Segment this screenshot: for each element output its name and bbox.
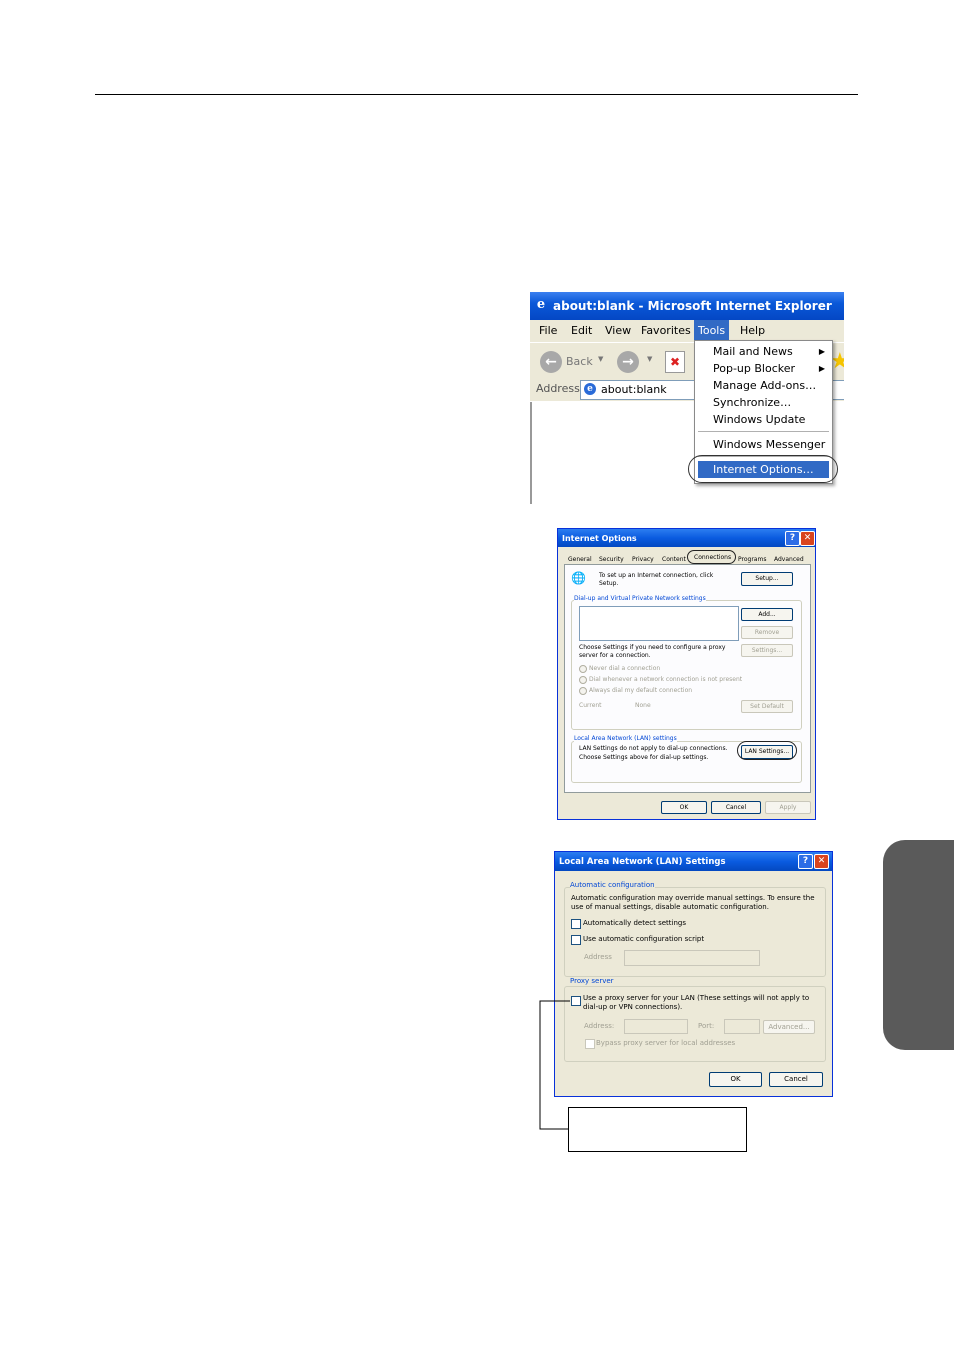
script-address-input[interactable] xyxy=(624,950,760,966)
auto-script-label: Use automatic configuration script xyxy=(583,935,705,943)
menu-favorites[interactable]: Favorites xyxy=(641,324,691,337)
globe-computer-icon: 🌐 xyxy=(571,571,586,585)
radio-always-dial[interactable] xyxy=(579,687,587,695)
settings-button[interactable]: Settings... xyxy=(741,644,793,657)
auto-text-2: use of manual settings, disable automati… xyxy=(571,903,769,911)
callout-box xyxy=(568,1107,747,1152)
forward-arrow-icon[interactable]: → xyxy=(617,351,639,373)
menu-item-windows-messenger[interactable]: Windows Messenger xyxy=(695,436,832,453)
tab-programs[interactable]: Programs xyxy=(738,556,766,563)
script-address-label: Address xyxy=(584,953,612,961)
set-default-button[interactable]: Set Default xyxy=(741,700,793,713)
radio-always-dial-label: Always dial my default connection xyxy=(589,687,693,694)
add-button[interactable]: Add... xyxy=(741,608,793,621)
use-proxy-label-1: Use a proxy server for your LAN (These s… xyxy=(583,994,810,1002)
advanced-button[interactable]: Advanced... xyxy=(763,1020,815,1034)
setup-button[interactable]: Setup... xyxy=(741,572,793,586)
menu-help[interactable]: Help xyxy=(740,324,765,337)
menu-item-mail-and-news[interactable]: Mail and News ▶ xyxy=(695,343,832,360)
dialup-group-label: Dial-up and Virtual Private Network sett… xyxy=(574,595,706,602)
radio-never-dial-label: Never dial a connection xyxy=(589,665,661,672)
use-proxy-label-2: dial-up or VPN connections). xyxy=(583,1003,683,1011)
port-input[interactable] xyxy=(724,1019,760,1034)
port-label: Port: xyxy=(698,1022,715,1030)
cancel-button[interactable]: Cancel xyxy=(711,801,761,814)
setup-text-2: Setup. xyxy=(599,580,619,587)
ok-button[interactable]: OK xyxy=(661,801,707,814)
remove-button[interactable]: Remove xyxy=(741,626,793,639)
lan-text-1: LAN Settings do not apply to dial-up con… xyxy=(579,745,728,752)
window-title: about:blank - Microsoft Internet Explore… xyxy=(553,299,832,313)
menu-item-synchronize[interactable]: Synchronize… xyxy=(695,394,832,411)
cancel-button[interactable]: Cancel xyxy=(769,1072,823,1087)
apply-button[interactable]: Apply xyxy=(765,801,811,814)
back-dropdown-icon[interactable]: ▼ xyxy=(598,355,603,363)
tab-general[interactable]: General xyxy=(568,556,592,563)
auto-config-label: Automatic configuration xyxy=(570,881,655,889)
dialog-title-bar: Local Area Network (LAN) Settings ? ✕ xyxy=(555,852,832,871)
setup-text-1: To set up an Internet connection, click xyxy=(599,572,714,579)
radio-dial-whenever[interactable] xyxy=(579,676,587,684)
proxy-address-input[interactable] xyxy=(624,1019,688,1034)
menu-tools[interactable]: Tools xyxy=(694,320,730,342)
menu-bar: File Edit View Favorites Tools Help xyxy=(530,320,844,342)
ie-page-icon: e xyxy=(584,383,596,395)
back-button-label[interactable]: Back xyxy=(566,355,593,368)
highlight-oval xyxy=(688,455,838,483)
submenu-arrow-icon: ▶ xyxy=(818,347,825,356)
current-label: Current xyxy=(579,702,602,709)
page-rule xyxy=(95,94,858,95)
address-value: about:blank xyxy=(601,383,667,396)
help-icon[interactable]: ? xyxy=(785,531,800,546)
ie-title-bar: e about:blank - Microsoft Internet Explo… xyxy=(530,292,844,320)
proxy-text-2: server for a connection. xyxy=(579,652,651,659)
menu-item-windows-update[interactable]: Windows Update xyxy=(695,411,832,428)
dialog-title: Local Area Network (LAN) Settings xyxy=(559,857,726,867)
auto-script-checkbox[interactable] xyxy=(571,935,581,945)
help-icon[interactable]: ? xyxy=(798,854,813,869)
tab-security[interactable]: Security xyxy=(599,556,624,563)
connections-list[interactable] xyxy=(579,606,739,641)
highlight-oval xyxy=(687,550,736,564)
tab-content[interactable]: Content xyxy=(662,556,686,563)
lan-text-2: Choose Settings above for dial-up settin… xyxy=(579,754,709,761)
proxy-group-label: Proxy server xyxy=(570,977,614,985)
ie-logo-icon: e xyxy=(536,297,546,312)
bypass-label: Bypass proxy server for local addresses xyxy=(596,1039,736,1047)
menu-item-manage-addons[interactable]: Manage Add-ons… xyxy=(695,377,832,394)
menu-file[interactable]: File xyxy=(539,324,557,337)
lan-settings-dialog: Local Area Network (LAN) Settings ? ✕ Au… xyxy=(554,851,833,1097)
lan-group-label: Local Area Network (LAN) settings xyxy=(574,735,677,742)
proxy-text-1: Choose Settings if you need to configure… xyxy=(579,644,726,651)
stop-icon[interactable]: ✖ xyxy=(665,351,685,373)
auto-text-1: Automatic configuration may override man… xyxy=(571,894,815,902)
current-value: None xyxy=(635,702,651,709)
auto-detect-label: Automatically detect settings xyxy=(583,919,686,927)
tab-advanced[interactable]: Advanced xyxy=(774,556,804,563)
internet-options-dialog: Internet Options ? ✕ General Security Pr… xyxy=(557,528,816,820)
ok-button[interactable]: OK xyxy=(709,1072,762,1087)
radio-never-dial[interactable] xyxy=(579,665,587,673)
radio-dial-whenever-label: Dial whenever a network connection is no… xyxy=(589,676,743,683)
menu-separator xyxy=(698,431,829,432)
submenu-arrow-icon: ▶ xyxy=(818,364,825,373)
back-arrow-icon[interactable]: ← xyxy=(540,351,562,373)
auto-detect-checkbox[interactable] xyxy=(571,919,581,929)
dialog-title: Internet Options xyxy=(562,534,637,543)
menu-view[interactable]: View xyxy=(605,324,631,337)
highlight-oval xyxy=(737,741,797,760)
dialog-title-bar: Internet Options ? ✕ xyxy=(558,529,815,547)
close-icon[interactable]: ✕ xyxy=(800,531,815,546)
address-label: Address xyxy=(536,382,580,395)
chapter-side-tab xyxy=(883,840,954,1050)
close-icon[interactable]: ✕ xyxy=(814,854,829,869)
tab-privacy[interactable]: Privacy xyxy=(632,556,654,563)
menu-item-popup-blocker[interactable]: Pop-up Blocker ▶ xyxy=(695,360,832,377)
menu-edit[interactable]: Edit xyxy=(571,324,592,337)
forward-dropdown-icon[interactable]: ▼ xyxy=(647,355,652,363)
